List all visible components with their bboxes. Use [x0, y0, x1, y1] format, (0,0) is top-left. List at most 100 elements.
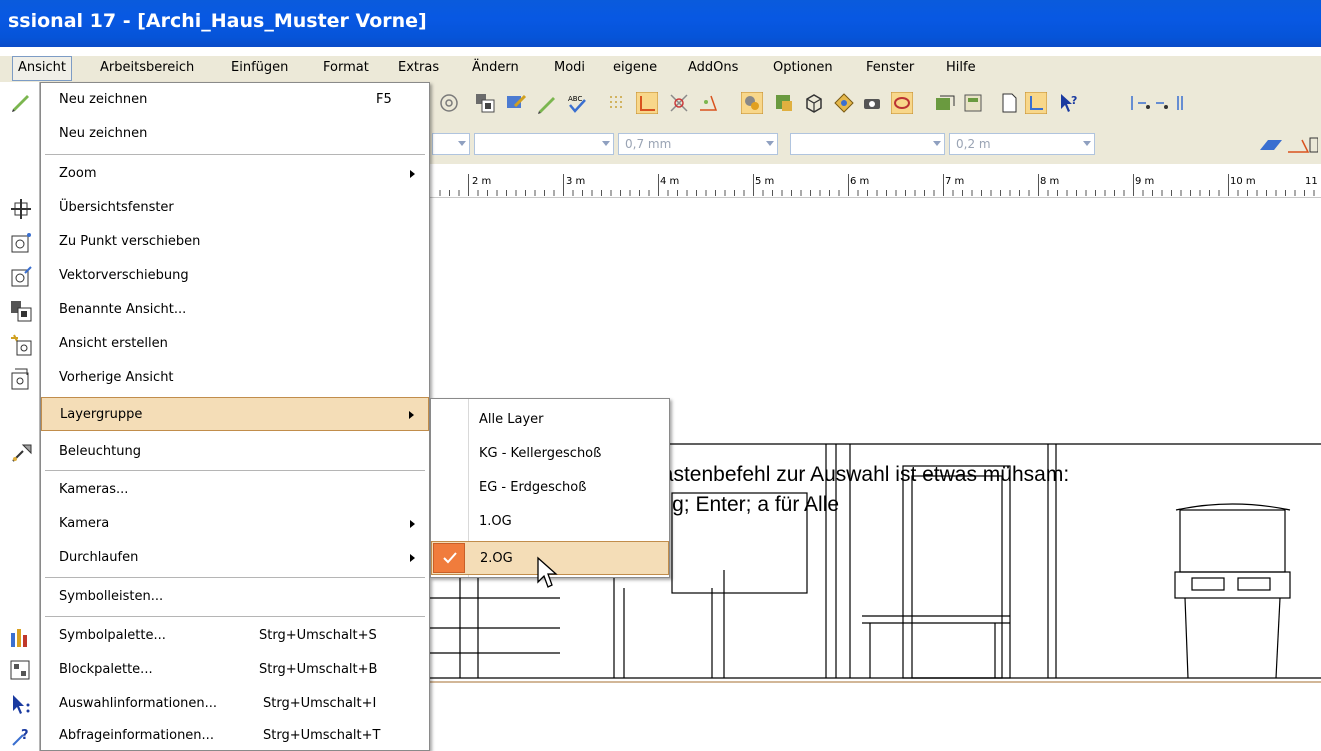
menu-ansicht[interactable]: Ansicht: [12, 56, 73, 81]
window-title: ssional 17 - [Archi_Haus_Muster Vorne]: [8, 10, 427, 32]
menu-item-zu-punkt-verschieben[interactable]: Zu Punkt verschieben: [11, 225, 429, 259]
menu-item-neu-zeichnen[interactable]: Neu zeichnen: [41, 117, 429, 151]
mouse-cursor-icon: [537, 556, 558, 588]
menu-einfuegen[interactable]: Einfügen: [231, 60, 288, 75]
note-line-2: Alt+a; g; Enter; a für Alle: [612, 493, 840, 516]
svg-text:ABC: ABC: [568, 95, 582, 103]
spellcheck-icon[interactable]: ABC: [566, 92, 588, 114]
checkmark-icon: [433, 543, 465, 573]
menu-item-benannte-ansicht[interactable]: Benannte Ansicht...: [11, 293, 429, 327]
pencil-icon: [12, 95, 29, 112]
svg-text:?: ?: [1071, 94, 1077, 107]
dimension-tools-icon[interactable]: [1128, 92, 1188, 114]
combo-pattern[interactable]: [790, 133, 945, 155]
menu-item-neu-zeichnen-f5[interactable]: Neu zeichnen F5: [12, 83, 429, 117]
title-bar: ssional 17 - [Archi_Haus_Muster Vorne]: [0, 0, 1321, 47]
menu-optionen[interactable]: Optionen: [773, 60, 833, 75]
gear-snap-icon[interactable]: [741, 92, 763, 114]
symbol-palette-icon: [11, 629, 27, 647]
grid-dots-icon[interactable]: [606, 92, 628, 114]
dropdown-arrow-icon: [1083, 141, 1091, 146]
ortho-toggle-icon[interactable]: [1025, 92, 1047, 114]
menu-bar: Ansicht Arbeitsbereich Einfügen Format E…: [0, 56, 1321, 82]
move-to-point-icon: [11, 233, 31, 253]
page-icon[interactable]: [998, 92, 1020, 114]
dropdown-arrow-icon: [602, 141, 610, 146]
sheet-icon[interactable]: [934, 92, 956, 114]
menu-item-kamera[interactable]: Kamera: [41, 507, 429, 541]
layergruppe-submenu: Alle Layer KG - Kellergeschoß EG - Erdge…: [430, 398, 670, 578]
layer-stack-icon[interactable]: [474, 92, 496, 114]
layer-tools-icon[interactable]: [773, 92, 795, 114]
named-view-icon: [11, 301, 32, 322]
cube-icon[interactable]: [803, 92, 825, 114]
query-info-icon: ?: [12, 728, 29, 746]
submenu-arrow-icon: [410, 520, 415, 528]
menu-item-auswahlinformationen[interactable]: Auswahlinformationen... Strg+Umschalt+I: [13, 687, 429, 721]
help-pointer-icon[interactable]: ?: [1058, 92, 1080, 114]
overview-icon: [11, 199, 31, 219]
menu-item-vorherige-ansicht[interactable]: Vorherige Ansicht: [11, 361, 429, 395]
menu-item-uebersichtsfenster[interactable]: Übersichtsfenster: [11, 191, 429, 225]
menu-item-blockpalette[interactable]: Blockpalette... Strg+Umschalt+B: [10, 653, 429, 687]
ruler-label: 11: [1305, 176, 1318, 187]
menu-arbeitsbereich[interactable]: Arbeitsbereich: [100, 60, 194, 75]
combo-line-style[interactable]: [474, 133, 614, 155]
dropdown-arrow-icon: [933, 141, 941, 146]
ruler-label: 10 m: [1230, 176, 1256, 187]
menu-item-zoom[interactable]: Zoom: [41, 157, 429, 191]
ruler-label: 5 m: [755, 176, 775, 187]
menu-eigene[interactable]: eigene: [613, 60, 657, 75]
pencil-tool-icon[interactable]: [536, 92, 558, 114]
layer-snap-icon[interactable]: [891, 92, 913, 114]
menu-hilfe[interactable]: Hilfe: [946, 60, 976, 75]
previous-view-icon: [11, 368, 29, 390]
submenu-item-alle-layer[interactable]: Alle Layer: [431, 403, 669, 437]
surface-tools-icon[interactable]: [1258, 134, 1318, 156]
menu-fenster[interactable]: Fenster: [866, 60, 914, 75]
menu-format[interactable]: Format: [323, 60, 369, 75]
menu-extras[interactable]: Extras: [398, 60, 439, 75]
snap-star-icon[interactable]: [697, 92, 719, 114]
paint-icon[interactable]: [505, 92, 527, 114]
submenu-item-eg[interactable]: EG - Erdgeschoß: [431, 471, 669, 505]
ruler-label: 3 m: [566, 176, 586, 187]
snap-cross-icon[interactable]: [668, 92, 690, 114]
combo-left[interactable]: [432, 133, 470, 155]
menu-item-vektorverschiebung[interactable]: Vektorverschiebung: [11, 259, 429, 293]
menu-aendern[interactable]: Ändern: [472, 60, 519, 75]
ruler-label: 4 m: [660, 176, 680, 187]
menu-item-symbolleisten[interactable]: Symbolleisten...: [41, 580, 429, 614]
instruction-note: Der Tastenbefehl zur Auswahl ist etwas m…: [612, 460, 1069, 520]
menu-item-durchlaufen[interactable]: Durchlaufen: [41, 541, 429, 575]
menu-item-beleuchtung[interactable]: Beleuchtung: [12, 435, 429, 469]
menu-item-symbolpalette[interactable]: Symbolpalette... Strg+Umschalt+S: [11, 619, 429, 653]
menu-item-layergruppe[interactable]: Layergruppe: [41, 397, 429, 431]
ruler-label: 8 m: [1040, 176, 1060, 187]
combo-line-width[interactable]: 0,7 mm: [618, 133, 778, 155]
submenu-item-1og[interactable]: 1.OG: [431, 505, 669, 539]
menu-item-ansicht-erstellen[interactable]: Ansicht erstellen: [11, 327, 429, 361]
target-icon[interactable]: [438, 92, 460, 114]
menu-modi[interactable]: Modi: [554, 60, 585, 75]
menu-addons[interactable]: AddOns: [688, 60, 738, 75]
create-view-icon: [11, 334, 32, 356]
ruler-label: 6 m: [850, 176, 870, 187]
menu-item-abfrageinformationen[interactable]: ? Abfrageinformationen... Strg+Umschalt+…: [12, 719, 429, 751]
svg-text:?: ?: [21, 728, 29, 743]
combo-offset[interactable]: 0,2 m: [949, 133, 1095, 155]
transform-icon[interactable]: [833, 92, 855, 114]
ortho-snap-icon[interactable]: [636, 92, 658, 114]
camera-toggle-icon[interactable]: [861, 92, 883, 114]
block-palette-icon: [10, 660, 30, 680]
menu-separator: [45, 470, 425, 471]
submenu-item-kg[interactable]: KG - Kellergeschoß: [431, 437, 669, 471]
ruler-label: 7 m: [945, 176, 965, 187]
ansicht-menu: Neu zeichnen F5 Neu zeichnen Zoom Übersi…: [10, 82, 430, 751]
properties-icon[interactable]: [962, 92, 984, 114]
submenu-arrow-icon: [410, 170, 415, 178]
lighting-icon: [12, 444, 32, 462]
menu-separator: [45, 577, 425, 578]
menu-item-kameras[interactable]: Kameras...: [41, 473, 429, 507]
vector-move-icon: [11, 266, 32, 287]
